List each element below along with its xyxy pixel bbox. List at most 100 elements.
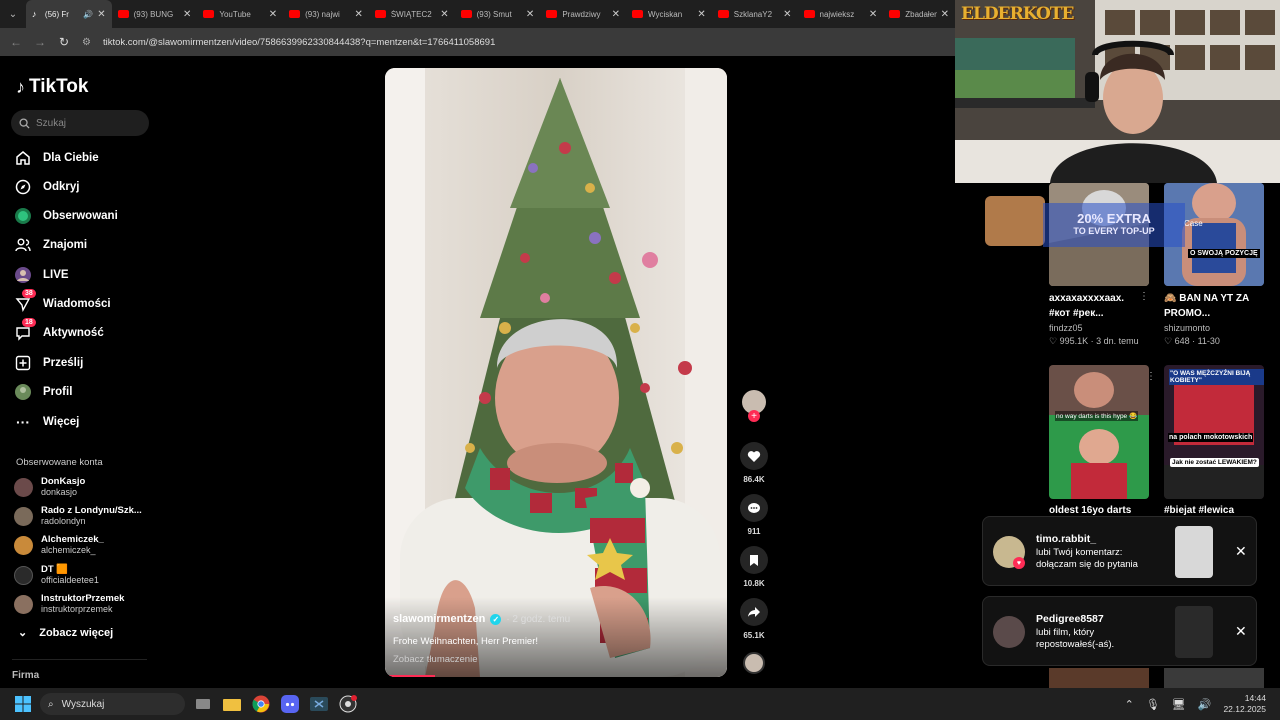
youtube-favicon-icon [717,10,729,18]
app-icon[interactable] [308,693,330,715]
close-tab-icon[interactable]: ✕ [941,9,949,20]
close-tab-icon[interactable]: ✕ [440,9,448,20]
close-tab-icon[interactable]: ✕ [97,9,105,20]
promo-banner[interactable]: 20% EXTRA TO EVERY TOP-UP [1043,203,1185,247]
windows-start-icon[interactable] [12,693,34,715]
video-player[interactable]: slawomirmentzen ✓ · 2 godz. temu Frohe W… [385,68,727,677]
related-video-info[interactable]: axxaxaxxxxaax. #кот #рек... findzz05 ♡ 9… [1049,291,1149,347]
url-field[interactable]: tiktok.com/@slawomirmentzen/video/758663… [103,37,495,48]
nav-wiecej[interactable]: ··· Więcej [14,410,79,434]
file-explorer-icon[interactable] [221,693,243,715]
related-thumbnail[interactable]: "O WAS MĘŻCZYŹNI BIJĄ KOBIETY" na polach… [1164,365,1264,499]
speaker-icon[interactable]: 🔊 [83,10,93,19]
back-arrow-icon[interactable]: ← [4,35,28,49]
discord-icon[interactable] [279,693,301,715]
followed-account[interactable]: Alchemiczek_ alchemiczek_ [14,532,104,558]
close-tab-icon[interactable]: ✕ [354,9,362,20]
windows-taskbar: ⌕ Wyszukaj ⌃ 🎙 🖥 🔊 14:44 22.12.2025 [0,688,1280,720]
close-tab-icon[interactable]: ✕ [183,9,191,20]
verified-check-icon: ✓ [490,613,502,625]
see-translation-link[interactable]: Zobacz tłumaczenie [393,654,477,665]
more-options-icon[interactable]: ⋮ [1139,291,1149,302]
close-icon[interactable]: ✕ [1235,623,1247,640]
close-tab-icon[interactable]: ✕ [612,9,620,20]
see-more-button[interactable]: ⌄ Zobacz więcej [18,626,113,640]
related-video-info[interactable]: 🙈 BAN NA YT ZA PROMO... shizumonto ♡ 648… [1164,291,1274,347]
music-disc-icon [743,652,765,674]
nav-obserwowani[interactable]: Obserwowani [14,204,118,228]
youtube-favicon-icon [803,10,815,18]
browser-tab[interactable]: (93) najwi ✕ [283,0,369,28]
browser-tab[interactable]: (93) BUNG ✕ [112,0,198,28]
nav-aktywnosc[interactable]: 18 Aktywność [14,318,104,345]
nav-przeslij[interactable]: Prześlij [14,351,83,375]
nav-wiadomosci[interactable]: 38 Wiadomości [14,289,111,316]
save-button[interactable]: 10.8K [740,546,768,588]
sound-avatar[interactable] [740,652,768,674]
tab-search-chevron-icon[interactable]: ⌄ [0,0,26,28]
search-input[interactable] [36,117,136,129]
heart-icon: ♥ [1013,557,1025,569]
more-options-icon[interactable]: ⋮ [1146,371,1156,382]
chrome-icon[interactable] [250,693,272,715]
browser-tab[interactable]: najwieksz ✕ [798,0,884,28]
notification-toast[interactable]: ♥ timo.rabbit_ lubi Twój komentarz: dołą… [982,516,1257,586]
chevron-up-icon[interactable]: ⌃ [1125,698,1134,711]
follow-plus-icon[interactable]: + [748,410,760,422]
browser-tab[interactable]: (93) Smut ✕ [455,0,541,28]
upload-icon [14,354,32,372]
volume-icon[interactable]: 🔊 [1198,698,1212,711]
nav-znajomi[interactable]: Znajomi [14,233,87,257]
close-tab-icon[interactable]: ✕ [869,9,877,20]
close-tab-icon[interactable]: ✕ [269,9,277,20]
followed-account[interactable]: DonKasjo donkasjo [14,474,85,500]
tiktok-logo[interactable]: ♪ TikTok [16,76,88,98]
followed-account[interactable]: InstruktorPrzemek instruktorprzemek [14,591,124,617]
avatar [14,506,33,526]
nav-profil[interactable]: Profil [14,380,72,404]
nav-live[interactable]: LIVE [14,263,69,287]
related-thumbnail[interactable] [1049,668,1149,688]
video-caption: Frohe Weihnachten, Herr Premier! [393,636,539,647]
obs-icon[interactable] [337,693,359,715]
footer-firma-link[interactable]: Firma [12,670,39,681]
related-thumbnail[interactable]: no way darts is this hype 😂 [1049,365,1149,499]
promo-chest-icon [985,196,1045,246]
comment-button[interactable]: 911 [740,494,768,536]
clock[interactable]: 14:44 22.12.2025 [1223,693,1266,715]
share-button[interactable]: 65.1K [740,598,768,640]
close-icon[interactable]: ✕ [1235,543,1247,560]
forward-arrow-icon[interactable]: → [28,35,52,49]
video-author[interactable]: slawomirmentzen ✓ · 2 godz. temu [393,613,570,625]
browser-tab[interactable]: ♪ (56) Fr 🔊 ✕ [25,0,112,28]
close-tab-icon[interactable]: ✕ [783,9,791,20]
network-icon[interactable]: 🖥 [1172,698,1186,711]
search-box[interactable] [11,110,149,136]
nav-dla-ciebie[interactable]: Dla Ciebie [14,146,99,170]
activity-badge: 18 [22,318,36,327]
related-thumbnail[interactable] [1164,668,1264,688]
microphone-icon[interactable]: 🎙 [1146,698,1160,711]
followed-account[interactable]: DT 🟧 officialdeetee1 [14,562,99,588]
browser-tab[interactable]: SzklanaY2 ✕ [712,0,798,28]
browser-tab[interactable]: Zbadałem✕ [883,0,955,28]
creator-avatar-button[interactable]: + [740,390,768,422]
live-icon [14,266,32,284]
followed-account[interactable]: Rado z Londynu/Szk... radolondyn [14,503,142,529]
comment-icon [740,494,768,522]
site-info-icon[interactable]: ⚙ [82,37,91,48]
avatar: + [742,390,766,422]
like-button[interactable]: 86.4K [740,442,768,484]
notification-toast[interactable]: Pedigree8587 lubi film, który repostował… [982,596,1257,666]
taskbar-search[interactable]: ⌕ Wyszukaj [40,693,185,715]
nav-odkryj[interactable]: Odkryj [14,175,79,199]
task-view-icon[interactable] [192,693,214,715]
browser-tab[interactable]: Prawdziwy ✕ [540,0,626,28]
browser-tab[interactable]: ŚWIĄTEC2 ✕ [369,0,455,28]
close-tab-icon[interactable]: ✕ [526,9,534,20]
browser-tab[interactable]: Wyciskan ✕ [626,0,712,28]
video-progress-bar[interactable] [385,675,435,677]
reload-icon[interactable]: ↻ [52,35,76,49]
close-tab-icon[interactable]: ✕ [697,9,705,20]
browser-tab[interactable]: YouTube ✕ [197,0,283,28]
